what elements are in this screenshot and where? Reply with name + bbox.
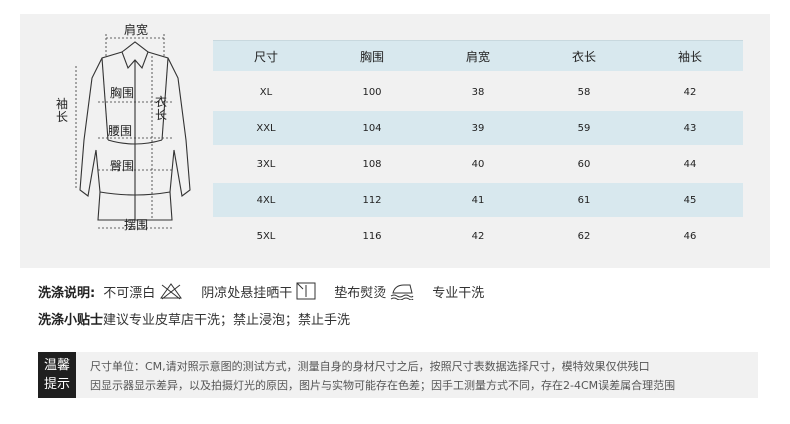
table-cell: 41 xyxy=(471,194,485,206)
table-cell: 43 xyxy=(683,122,697,134)
care-item-dry-clean: 专业干洗 xyxy=(432,285,485,301)
table-cell: 60 xyxy=(577,158,591,170)
tips-heading: 洗涤小贴士 xyxy=(38,312,104,328)
waist-label: 腰围 xyxy=(108,124,133,138)
care-item-iron-cloth: 垫布熨烫 xyxy=(334,282,414,301)
table-cell: 61 xyxy=(577,194,591,206)
table-cell: 112 xyxy=(362,194,382,206)
notice-line-2: 因显示器显示差异，以及拍摄灯光的原因，图片与实物可能存在色差；因手工测量方式不同… xyxy=(90,379,676,392)
table-row: 3XL 108 40 60 44 xyxy=(213,147,743,181)
table-cell: 38 xyxy=(471,86,485,98)
table-cell: 42 xyxy=(683,86,697,98)
table-row: 4XL 112 41 61 45 xyxy=(213,183,743,217)
table-cell: 46 xyxy=(683,230,697,242)
table-cell: 42 xyxy=(471,230,485,242)
table-cell: 108 xyxy=(362,158,382,170)
header-length: 衣长 xyxy=(571,49,596,64)
header-shoulder: 肩宽 xyxy=(465,49,490,64)
washing-tips: 洗涤小贴士 建议专业皮草店干洗；禁止浸泡；禁止手洗 xyxy=(38,307,350,329)
table-cell: 104 xyxy=(362,122,382,134)
no-bleach-icon xyxy=(160,283,183,300)
chest-label: 胸围 xyxy=(110,86,135,100)
notice-text: 尺寸单位：CM,请对照示意图的测试方式，测量自身的身材尺寸之后，按照尺寸表数据选… xyxy=(90,357,675,395)
care-item-no-bleach: 不可漂白 xyxy=(103,282,183,301)
length-label: 衣长 xyxy=(155,95,168,122)
header-size: 尺寸 xyxy=(253,49,278,64)
table-cell: 62 xyxy=(577,230,591,242)
table-header: 尺寸 胸围 肩宽 衣长 袖长 xyxy=(213,40,743,71)
notice-box: 温馨 提示 尺寸单位：CM,请对照示意图的测试方式，测量自身的身材尺寸之后，按照… xyxy=(38,352,758,398)
table-row: XXL 104 39 59 43 xyxy=(213,111,743,145)
table-cell: XXL xyxy=(256,122,276,134)
notice-line-1: 尺寸单位：CM,请对照示意图的测试方式，测量自身的身材尺寸之后，按照尺寸表数据选… xyxy=(90,360,650,373)
garment-diagram: 肩宽 胸围 腰围 臀围 摆围 袖长 衣长 xyxy=(50,20,220,260)
table-cell: 3XL xyxy=(256,158,276,170)
care-item-shade-dry: 阴凉处悬挂晒干 xyxy=(201,282,316,301)
table-cell: 44 xyxy=(683,158,697,170)
header-sleeve: 袖长 xyxy=(677,49,702,64)
table-cell: 59 xyxy=(577,122,591,134)
table-cell: 39 xyxy=(471,122,485,134)
table-row: 5XL 116 42 62 46 xyxy=(213,219,743,253)
table-row: XL 100 38 58 42 xyxy=(213,75,743,109)
iron-with-cloth-icon xyxy=(390,284,414,300)
sleeve-label: 袖长 xyxy=(56,97,69,124)
table-cell: 100 xyxy=(362,86,382,98)
table-cell: 58 xyxy=(577,86,591,98)
table-cell: 4XL xyxy=(256,194,276,206)
size-panel: 肩宽 胸围 腰围 臀围 摆围 袖长 衣长 尺寸 胸围 肩宽 衣长 袖长 XL 1… xyxy=(20,14,770,268)
care-instructions: 洗涤说明: 不可漂白 阴凉处悬挂晒干 垫布熨烫 专业干洗 xyxy=(38,280,502,302)
size-table: 尺寸 胸围 肩宽 衣长 袖长 XL 100 38 58 42 XXL 104 3… xyxy=(213,40,743,255)
line-dry-shade-icon xyxy=(296,282,316,300)
table-cell: 116 xyxy=(362,230,382,242)
shoulder-label: 肩宽 xyxy=(124,23,149,37)
tips-text: 建议专业皮草店干洗；禁止浸泡；禁止手洗 xyxy=(103,312,351,328)
table-cell: 40 xyxy=(471,158,485,170)
table-cell: 5XL xyxy=(256,230,276,242)
table-cell: 45 xyxy=(683,194,697,206)
care-heading: 洗涤说明: xyxy=(38,285,96,301)
table-cell: XL xyxy=(259,86,273,98)
hem-label: 摆围 xyxy=(124,218,149,232)
hip-label: 臀围 xyxy=(110,159,135,173)
header-chest: 胸围 xyxy=(359,49,384,64)
notice-badge: 温馨 提示 xyxy=(38,352,76,398)
